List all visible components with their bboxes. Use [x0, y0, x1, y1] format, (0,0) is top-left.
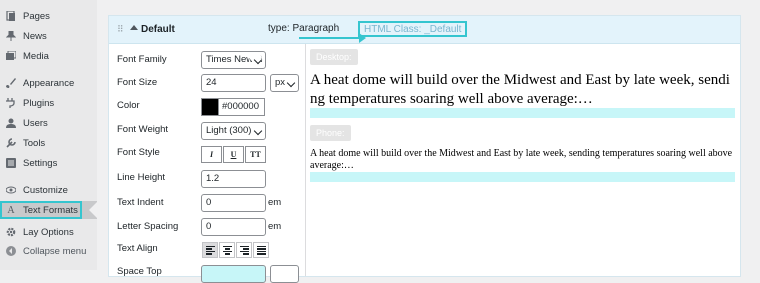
sidebar-item-customize[interactable]: Customize — [0, 181, 97, 199]
line-height-label: Line Height — [117, 172, 166, 183]
sidebar-item-news[interactable]: News — [0, 27, 97, 45]
phone-preview-text: A heat dome will build over the Midwest … — [310, 148, 733, 171]
font-weight-value: Light (300) — [206, 125, 252, 136]
letter-spacing-label: Letter Spacing — [117, 221, 179, 232]
wrench-icon — [6, 138, 16, 148]
align-center-button[interactable] — [219, 242, 235, 258]
underline-button[interactable]: U — [223, 146, 244, 163]
sidebar-item-lay-options[interactable]: Lay Options — [0, 223, 97, 241]
space-top-unit-select[interactable] — [270, 265, 299, 283]
color-label: Color — [117, 100, 140, 111]
sidebar-item-label: Media — [23, 50, 49, 62]
admin-sidebar: Pages News Media Appearance Plugins User… — [0, 0, 97, 270]
font-size-unit-value: px — [275, 77, 286, 88]
chevron-down-icon — [286, 78, 296, 88]
sidebar-item-tools[interactable]: Tools — [0, 134, 97, 152]
desktop-spacing-highlight — [310, 108, 735, 118]
align-right-button[interactable] — [236, 242, 252, 258]
sidebar-item-text-formats[interactable]: A Text Formats — [0, 201, 97, 219]
brush-icon — [6, 78, 16, 88]
gear-icon — [6, 227, 16, 237]
plug-icon — [6, 98, 16, 108]
text-indent-label: Text Indent — [117, 197, 164, 208]
settings-icon — [6, 158, 16, 168]
desktop-preview-text: A heat dome will build over the Midwest … — [310, 72, 730, 107]
text-indent-input[interactable]: 0 — [201, 194, 266, 212]
sidebar-item-label: Pages — [23, 10, 50, 22]
sidebar-item-settings[interactable]: Settings — [0, 154, 97, 172]
line-height-input[interactable]: 1.2 — [201, 170, 266, 188]
font-family-select[interactable]: Times New R — [201, 51, 266, 69]
format-title: Default — [141, 24, 175, 35]
text-indent-unit: em — [268, 197, 282, 208]
uppercase-button[interactable]: TT — [245, 146, 266, 163]
font-size-label: Font Size — [117, 77, 158, 88]
collapse-icon — [6, 246, 16, 256]
highlight-frame — [0, 201, 82, 219]
sidebar-item-label: Users — [23, 117, 48, 129]
users-icon — [6, 118, 16, 128]
text-align-label: Text Align — [117, 243, 158, 254]
phone-preview-label: Phone: — [310, 125, 351, 141]
collapse-menu-button[interactable]: Collapse menu — [0, 242, 97, 260]
sidebar-item-label: Lay Options — [23, 226, 74, 238]
text-format-panel: ⠿ Default type: Paragraph HTML Class: _D… — [108, 15, 741, 283]
sidebar-item-plugins[interactable]: Plugins — [0, 94, 97, 112]
sidebar-item-label: News — [23, 30, 47, 42]
desktop-preview-label: Desktop: — [310, 49, 358, 65]
eye-icon — [6, 185, 16, 195]
media-icon — [6, 51, 16, 61]
panel-divider — [305, 44, 306, 276]
font-family-label: Font Family — [117, 54, 167, 65]
sidebar-item-media[interactable]: Media — [0, 47, 97, 65]
font-weight-select[interactable]: Light (300) — [201, 122, 266, 140]
align-justify-button[interactable] — [253, 242, 269, 258]
space-top-label: Space Top — [117, 266, 162, 277]
collapse-caret-icon[interactable] — [130, 25, 138, 30]
html-class-label: HTML Class: _Default — [358, 21, 468, 37]
sidebar-item-label: Customize — [23, 184, 68, 196]
font-size-unit-select[interactable]: px — [270, 74, 299, 92]
sidebar-item-label: Appearance — [23, 77, 75, 89]
font-size-input[interactable]: 24 — [201, 74, 266, 92]
letter-spacing-input[interactable]: 0 — [201, 218, 266, 236]
font-weight-label: Font Weight — [117, 124, 169, 135]
pages-icon — [6, 11, 16, 21]
drag-handle-icon[interactable]: ⠿ — [117, 24, 124, 35]
sidebar-item-label: Settings — [23, 157, 58, 169]
letter-spacing-unit: em — [268, 221, 282, 232]
color-swatch[interactable] — [201, 98, 219, 116]
chevron-down-icon — [253, 126, 263, 136]
sidebar-item-users[interactable]: Users — [0, 114, 97, 132]
callout-arrow — [299, 33, 366, 43]
pin-icon — [6, 31, 16, 41]
sidebar-item-appearance[interactable]: Appearance — [0, 74, 97, 92]
space-top-input[interactable] — [201, 265, 266, 283]
active-indicator — [89, 202, 97, 218]
sidebar-item-pages[interactable]: Pages — [0, 7, 97, 25]
sidebar-item-label: Collapse menu — [23, 245, 87, 257]
align-left-button[interactable] — [202, 242, 218, 258]
phone-spacing-highlight — [310, 172, 735, 182]
sidebar-item-label: Plugins — [23, 97, 55, 109]
panel-header[interactable]: ⠿ Default type: Paragraph HTML Class: _D… — [109, 16, 740, 44]
color-hex-input[interactable]: #000000 — [219, 98, 265, 116]
italic-button[interactable]: I — [201, 146, 222, 163]
font-style-label: Font Style — [117, 147, 160, 158]
format-type: type: Paragraph — [268, 23, 340, 34]
sidebar-item-label: Tools — [23, 137, 46, 149]
